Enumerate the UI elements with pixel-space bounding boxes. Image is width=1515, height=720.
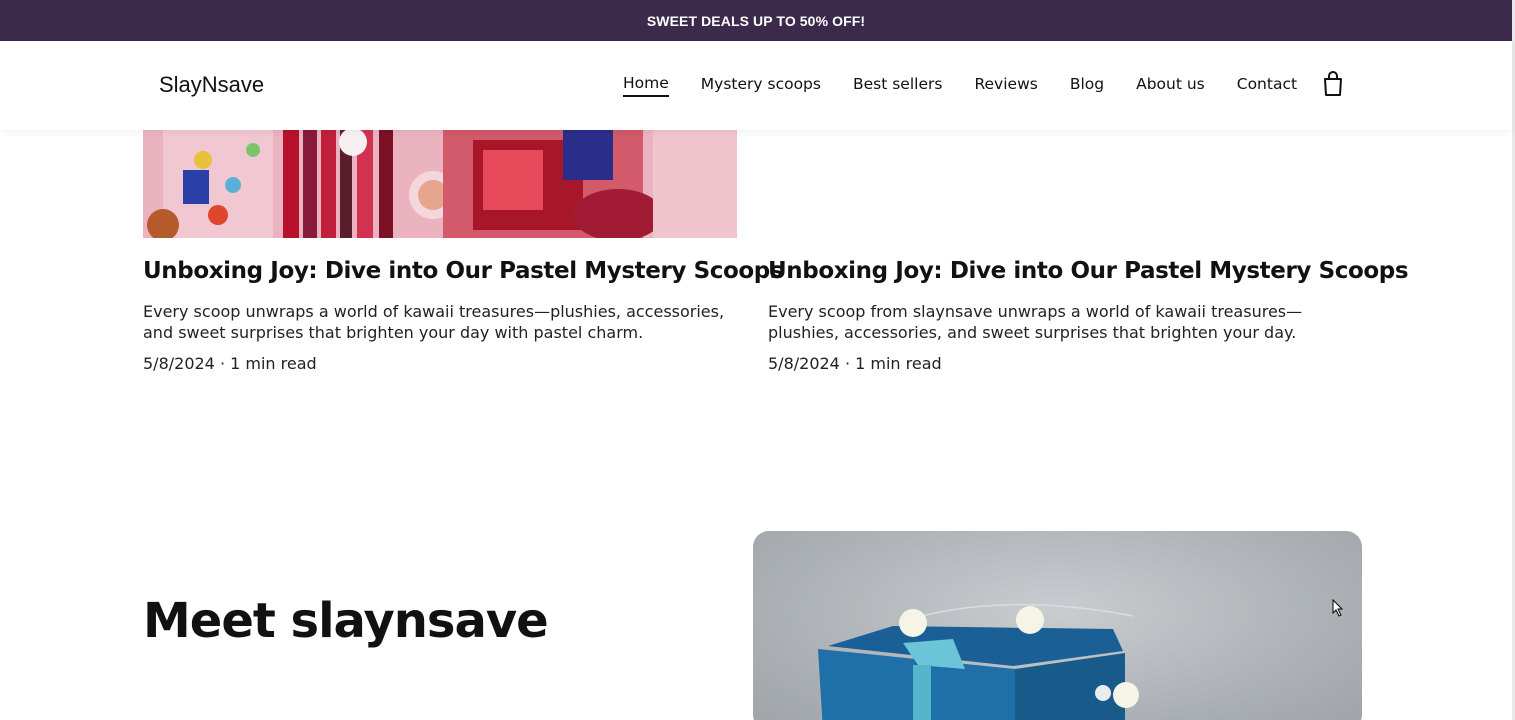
- about-title: Meet slaynsave: [143, 593, 549, 649]
- nav-best-sellers[interactable]: Best sellers: [853, 75, 942, 96]
- post-meta: 5/8/2024 · 1 min read: [143, 354, 317, 373]
- nav-about-us[interactable]: About us: [1136, 75, 1205, 96]
- post-title[interactable]: Unboxing Joy: Dive into Our Pastel Myste…: [768, 258, 1409, 284]
- post-title[interactable]: Unboxing Joy: Dive into Our Pastel Myste…: [143, 258, 784, 284]
- nav-blog[interactable]: Blog: [1070, 75, 1104, 96]
- site-header: SlayNsave Home Mystery scoops Best selle…: [0, 41, 1512, 130]
- nav-reviews[interactable]: Reviews: [974, 75, 1037, 96]
- shopping-bag-icon[interactable]: [1322, 71, 1344, 97]
- about-image-gift-box: [753, 531, 1362, 720]
- nav-mystery-scoops[interactable]: Mystery scoops: [701, 75, 821, 96]
- post-image-candy[interactable]: [143, 130, 737, 238]
- main-nav: Home Mystery scoops Best sellers Reviews…: [623, 74, 1329, 97]
- nav-contact[interactable]: Contact: [1237, 75, 1297, 96]
- post-description: Every scoop unwraps a world of kawaii tr…: [143, 302, 725, 342]
- post-meta: 5/8/2024 · 1 min read: [768, 354, 942, 373]
- post-description: Every scoop from slaynsave unwraps a wor…: [768, 302, 1303, 342]
- promo-banner: SWEET DEALS UP TO 50% OFF!: [0, 0, 1512, 41]
- gift-box-illustration: [818, 603, 1139, 720]
- site-logo[interactable]: SlayNsave: [159, 72, 264, 98]
- nav-home[interactable]: Home: [623, 74, 669, 97]
- promo-text: SWEET DEALS UP TO 50% OFF!: [646, 12, 866, 29]
- mouse-cursor-icon: [1332, 599, 1344, 617]
- candy-illustration: [143, 130, 737, 238]
